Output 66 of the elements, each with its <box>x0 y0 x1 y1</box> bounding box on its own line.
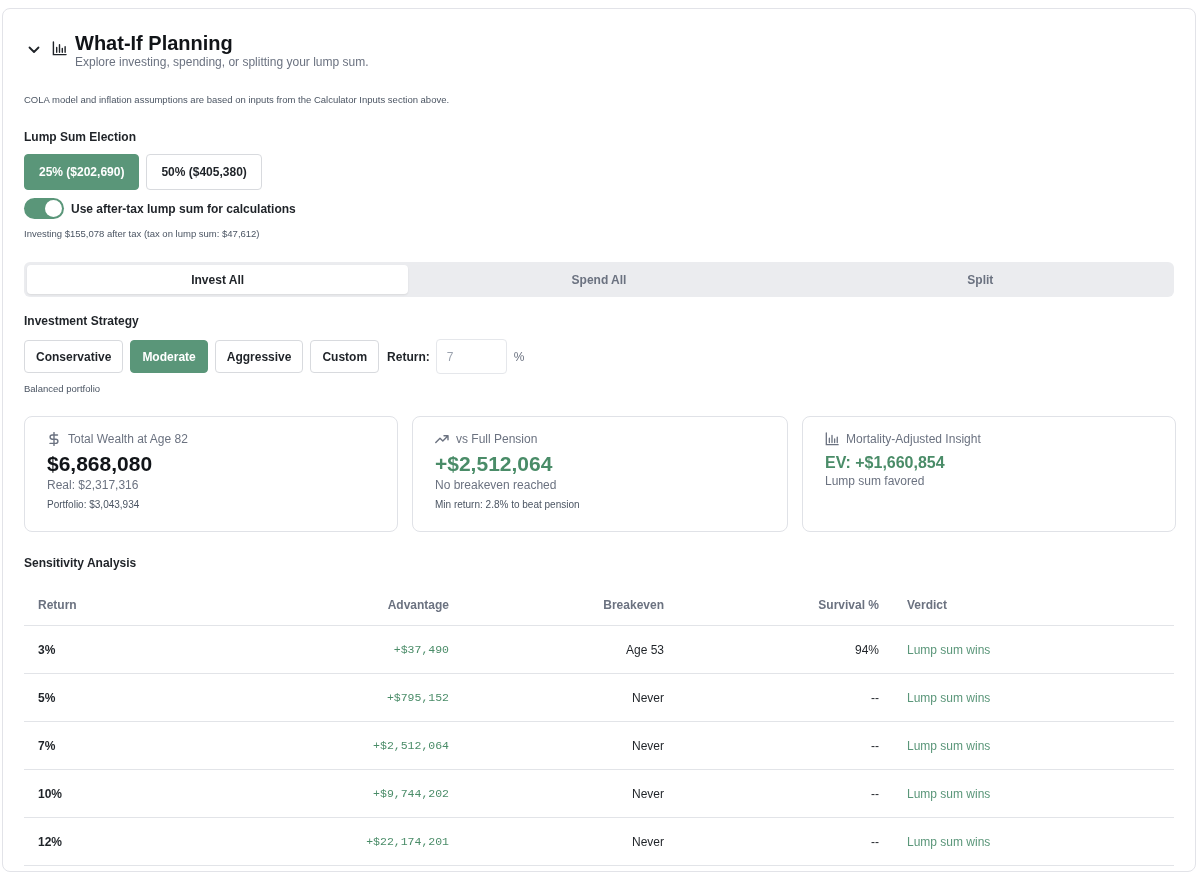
table-cell: Never <box>632 834 664 849</box>
metric-value: EV: +$1,660,854 <box>825 453 946 473</box>
section-title: What-If Planning <box>75 31 234 55</box>
lump-sum-label: Lump Sum Election <box>24 130 137 144</box>
mode-tab[interactable]: Spend All <box>408 265 790 294</box>
return-label: Return: <box>387 349 430 364</box>
metric-value: +$2,512,064 <box>435 451 554 477</box>
chevron-down-icon[interactable] <box>28 46 40 54</box>
metric-title: Mortality-Adjusted Insight <box>846 432 981 446</box>
table-cell: 3% <box>38 642 56 657</box>
column-header: Verdict <box>907 597 948 612</box>
metric-footnote: Portfolio: $3,043,934 <box>47 498 141 511</box>
metric-detail: Lump sum favored <box>825 474 926 489</box>
column-header: Survival % <box>818 597 879 612</box>
strategy-option[interactable]: Aggressive <box>214 340 304 373</box>
after-tax-detail: Investing $155,078 after tax (tax on lump sum: $47,612) <box>24 228 261 240</box>
bar-chart-icon <box>52 41 67 56</box>
bar-chart-icon <box>825 432 839 446</box>
metric-title: Total Wealth at Age 82 <box>68 432 188 446</box>
trend-up-icon <box>435 432 449 446</box>
table-cell: Lump sum wins <box>907 690 991 705</box>
table-cell: Lump sum wins <box>907 642 991 657</box>
toggle-label: Use after-tax lump sum for calculations <box>71 201 296 216</box>
table-cell: 7% <box>38 738 56 753</box>
table-cell: -- <box>871 786 879 801</box>
table-cell: Lump sum wins <box>907 834 991 849</box>
table-cell: Age 53 <box>625 642 664 657</box>
dollar-icon <box>47 432 61 446</box>
table-cell: 94% <box>854 642 879 657</box>
section-subtitle: Explore investing, spending, or splitting your lump sum. <box>75 55 369 69</box>
column-header: Return <box>38 597 77 612</box>
table-cell: +$37,490 <box>393 643 449 656</box>
table-cell: Never <box>632 786 664 801</box>
table-cell: Never <box>632 690 664 705</box>
table-cell: 10% <box>38 786 63 801</box>
metric-detail: No breakeven reached <box>435 478 558 493</box>
sensitivity-title: Sensitivity Analysis <box>24 556 138 570</box>
after-tax-toggle[interactable] <box>24 198 64 219</box>
strategy-label: Investment Strategy <box>24 314 140 328</box>
percent-unit: % <box>513 349 525 364</box>
table-cell: +$22,174,201 <box>366 835 449 848</box>
table-cell: Never <box>632 738 664 753</box>
table-cell: 12% <box>38 834 63 849</box>
strategy-option[interactable]: Custom <box>310 340 380 373</box>
table-cell: +$2,512,064 <box>373 739 449 752</box>
column-header: Breakeven <box>603 597 664 612</box>
table-cell: -- <box>871 690 879 705</box>
metric-title: vs Full Pension <box>456 432 538 446</box>
column-header: Advantage <box>387 597 449 612</box>
lump-sum-option[interactable]: 50% ($405,380) <box>146 154 262 190</box>
metric-value: $6,868,080 <box>47 451 154 477</box>
return-input[interactable]: 7 <box>435 339 507 374</box>
table-cell: Lump sum wins <box>907 786 991 801</box>
table-cell: -- <box>871 834 879 849</box>
table-cell: 5% <box>38 690 56 705</box>
mode-tab[interactable]: Split <box>789 265 1171 294</box>
strategy-option[interactable]: Conservative <box>24 340 124 373</box>
metric-footnote: Min return: 2.8% to beat pension <box>435 498 581 511</box>
table-cell: +$795,152 <box>386 691 449 704</box>
assumptions-note: COLA model and inflation assumptions are based on inputs from the Calculator Inputs section above. <box>24 94 451 106</box>
table-cell: Lump sum wins <box>907 738 991 753</box>
strategy-description: Balanced portfolio <box>24 383 102 395</box>
mode-tab[interactable]: Invest All <box>27 265 409 294</box>
metric-detail: Real: $2,317,316 <box>47 478 140 493</box>
table-cell: -- <box>871 738 879 753</box>
table-cell: +$9,744,202 <box>373 787 449 800</box>
